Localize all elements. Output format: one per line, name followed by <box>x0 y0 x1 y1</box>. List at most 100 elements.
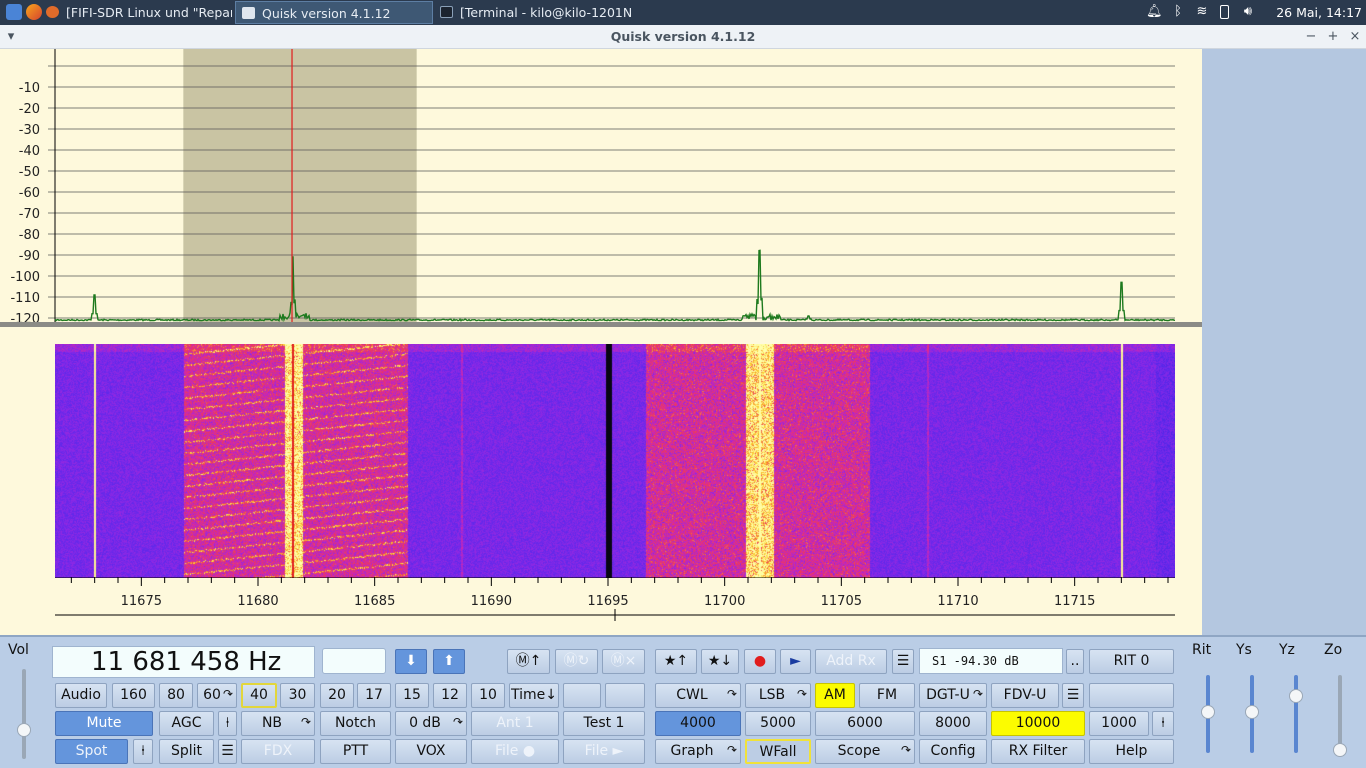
vol-slider-knob[interactable] <box>17 723 31 737</box>
bluetooth-icon[interactable]: ᛒ <box>1170 4 1186 20</box>
spot-button[interactable]: Spot <box>55 739 128 764</box>
add-rx-button[interactable]: Add Rx <box>815 649 887 674</box>
memory-clear-button[interactable]: Ⓜ× <box>602 649 645 674</box>
filter-8000-button[interactable]: 8000 <box>919 711 987 736</box>
config-button[interactable]: Config <box>919 739 987 764</box>
zo-slider[interactable] <box>1338 675 1342 753</box>
freq-down-button[interactable]: ⬇ <box>395 649 427 674</box>
band-20-button[interactable]: 20 <box>320 683 354 708</box>
file-play-button[interactable]: File ► <box>563 739 645 764</box>
agc-slider-button[interactable]: ⍿ <box>218 711 237 736</box>
mode-dgtu-button[interactable]: DGT-U <box>919 683 987 708</box>
mode-fdvu-button[interactable]: FDV-U <box>991 683 1059 708</box>
band-10-button[interactable]: 10 <box>471 683 505 708</box>
memory-store-button[interactable]: Ⓜ↑ <box>507 649 550 674</box>
rx-filter-button[interactable]: RX Filter <box>991 739 1085 764</box>
task-firefox[interactable]: [FIFI-SDR Linux und "Reparat... <box>40 1 232 24</box>
filter-slider-button[interactable]: ⍿ <box>1152 711 1174 736</box>
mode-am-button[interactable]: AM <box>815 683 855 708</box>
spectrum-graph[interactable]: -10-20-30-40-50-60-70-80-90-100-110-120 <box>0 49 1202 325</box>
firefox-window-icon <box>46 6 59 18</box>
vox-button[interactable]: VOX <box>395 739 467 764</box>
mute-button[interactable]: Mute <box>55 711 153 736</box>
y-tick-label: -50 <box>19 165 40 180</box>
notch-button[interactable]: Notch <box>320 711 391 736</box>
waterfall-display[interactable] <box>55 344 1175 578</box>
list-icon-button[interactable]: ☰ <box>892 649 914 674</box>
band-15-button[interactable]: 15 <box>395 683 429 708</box>
vol-slider[interactable] <box>22 669 26 759</box>
bell-icon[interactable]: 🔔︎ <box>1146 4 1163 20</box>
close-icon[interactable]: × <box>1346 27 1364 47</box>
ys-label: Ys <box>1236 642 1252 658</box>
y-tick-label: -60 <box>19 186 40 201</box>
clock[interactable]: 26 Mai, 14:17 <box>1276 0 1362 25</box>
frequency-display[interactable]: 11 681 458 Hz <box>52 646 315 678</box>
minimize-icon[interactable]: − <box>1302 27 1320 47</box>
band-30-button[interactable]: 30 <box>280 683 315 708</box>
blank-button-2[interactable] <box>605 683 645 708</box>
fdx-button[interactable]: FDX <box>241 739 315 764</box>
volume-icon[interactable]: 🔊︎ <box>1240 4 1256 20</box>
filter-1000-button[interactable]: 1000 <box>1089 711 1149 736</box>
app-menu-icon[interactable] <box>6 4 22 20</box>
band-60-button[interactable]: 60 <box>197 683 237 708</box>
band-80-button[interactable]: 80 <box>159 683 193 708</box>
filter-10000-button[interactable]: 10000 <box>991 711 1085 736</box>
mode-cwl-button[interactable]: CWL <box>655 683 741 708</box>
rit-slider-knob[interactable] <box>1201 705 1215 719</box>
band-160-button[interactable]: 160 <box>112 683 155 708</box>
time-band-button[interactable]: Time↓ <box>509 683 559 708</box>
help-button[interactable]: Help <box>1089 739 1174 764</box>
yz-slider[interactable] <box>1294 675 1298 753</box>
favorite-add-button[interactable]: ★↑ <box>655 649 697 674</box>
graph-divider[interactable] <box>0 322 1202 327</box>
favorite-get-button[interactable]: ★↓ <box>701 649 739 674</box>
test-button[interactable]: Test 1 <box>563 711 645 736</box>
task-terminal[interactable]: [Terminal - kilo@kilo-1201N: ... <box>434 1 632 24</box>
waterfall-button[interactable]: WFall <box>745 739 811 764</box>
task-quisk[interactable]: Quisk version 4.1.12 <box>235 1 433 24</box>
battery-icon[interactable] <box>1216 4 1232 20</box>
smeter-options-button[interactable]: .. <box>1066 649 1084 674</box>
file-record-button[interactable]: File ● <box>471 739 559 764</box>
nb-button[interactable]: NB <box>241 711 315 736</box>
record-button[interactable]: ● <box>744 649 776 674</box>
filter-5000-button[interactable]: 5000 <box>745 711 811 736</box>
ys-slider-knob[interactable] <box>1245 705 1259 719</box>
frequency-axis[interactable]: 11675 11680 11685 11690 11695 11700 11705 11710… <box>0 577 1202 635</box>
band-audio-button[interactable]: Audio <box>55 683 107 708</box>
rit-button[interactable]: RIT 0 <box>1089 649 1174 674</box>
split-list-button[interactable]: ☰ <box>218 739 237 764</box>
yz-slider-knob[interactable] <box>1289 689 1303 703</box>
split-button[interactable]: Split <box>159 739 214 764</box>
band-12-button[interactable]: 12 <box>433 683 467 708</box>
band-17-button[interactable]: 17 <box>357 683 391 708</box>
band-40-button[interactable]: 40 <box>241 683 277 708</box>
filter-4000-button[interactable]: 4000 <box>655 711 741 736</box>
mode-lsb-button[interactable]: LSB <box>745 683 811 708</box>
maximize-icon[interactable]: + <box>1324 27 1342 47</box>
freq-up-button[interactable]: ⬆ <box>433 649 465 674</box>
blank-button-1[interactable] <box>563 683 601 708</box>
x-axis-labels: 11675 11680 11685 11690 11695 11700 11705 11710… <box>121 594 1096 609</box>
spectrum-panel: -10 -20 -30 -40 -50 -60 -70 -80 -90 -100 -110 -120 … <box>0 49 1202 635</box>
filter-6000-button[interactable]: 6000 <box>815 711 915 736</box>
agc-button[interactable]: AGC <box>159 711 214 736</box>
wifi-icon[interactable]: ≋ <box>1194 4 1210 20</box>
s-meter-readout[interactable]: S1 -94.30 dB <box>919 648 1063 674</box>
memory-recall-button[interactable]: Ⓜ↻ <box>555 649 598 674</box>
antenna-button[interactable]: Ant 1 <box>471 711 559 736</box>
frequency-entry[interactable] <box>322 648 386 674</box>
play-button[interactable]: ► <box>780 649 811 674</box>
spot-slider-button[interactable]: ⍿ <box>133 739 153 764</box>
ptt-button[interactable]: PTT <box>320 739 391 764</box>
blank-button-3[interactable] <box>1089 683 1174 708</box>
scope-button[interactable]: Scope <box>815 739 915 764</box>
mode-list-button[interactable]: ☰ <box>1062 683 1084 708</box>
zo-slider-knob[interactable] <box>1333 743 1347 757</box>
mode-fm-button[interactable]: FM <box>859 683 915 708</box>
gain-button[interactable]: 0 dB <box>395 711 467 736</box>
graph-button[interactable]: Graph <box>655 739 741 764</box>
zo-label: Zo <box>1324 642 1343 658</box>
